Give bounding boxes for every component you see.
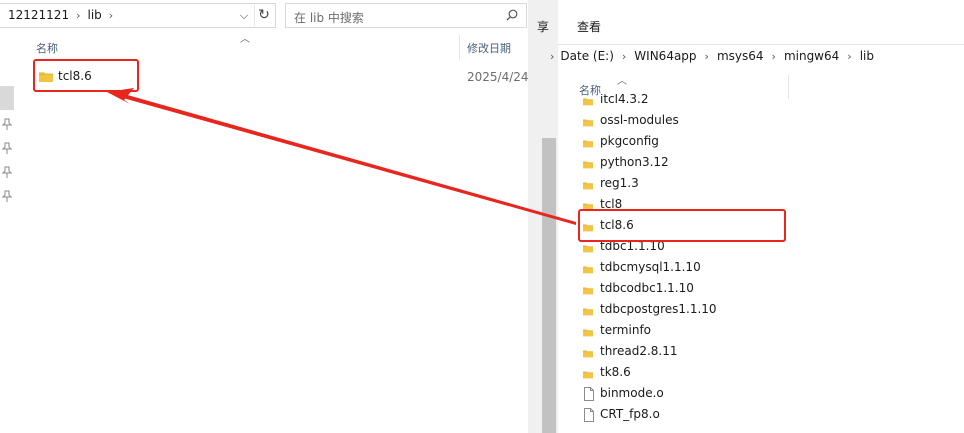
breadcrumb[interactable]: › Date (E:) › WIN64app › msys64 › mingw64 › lib — [550, 49, 874, 63]
file-name: tk8.6 — [600, 365, 631, 379]
file-icon — [584, 408, 594, 422]
pin-icon[interactable] — [2, 142, 12, 154]
list-item[interactable]: terminfo — [540, 321, 964, 342]
folder-icon — [583, 329, 593, 337]
sort-ascending-icon: ︿ — [617, 76, 627, 87]
file-name: tdbcpostgres1.1.10 — [600, 302, 717, 316]
breadcrumb-segment[interactable]: WIN64app — [634, 49, 696, 63]
list-item[interactable]: tk8.6 — [540, 363, 964, 384]
folder-icon — [583, 287, 593, 295]
chevron-right-icon[interactable]: › — [697, 50, 717, 63]
chevron-right-icon[interactable]: › — [69, 9, 87, 22]
breadcrumb: 12121121 › lib › — [8, 8, 120, 22]
file-name: tdbcmysql1.1.10 — [600, 260, 701, 274]
folder-icon — [583, 371, 593, 379]
file-name: CRT_fp8.o — [600, 407, 660, 421]
list-item[interactable]: itcl4.3.2 — [540, 94, 964, 111]
breadcrumb-segment[interactable]: lib — [87, 8, 101, 22]
breadcrumb-segment[interactable]: msys64 — [717, 49, 764, 63]
pin-icon[interactable] — [2, 118, 12, 130]
pin-icon[interactable] — [2, 190, 12, 202]
list-item[interactable]: thread2.8.11 — [540, 342, 964, 363]
list-item[interactable]: tdbcmysql1.1.10 — [540, 258, 964, 279]
folder-icon — [583, 140, 593, 148]
breadcrumb-segment[interactable]: 12121121 — [8, 8, 69, 22]
file-name: itcl4.3.2 — [600, 94, 649, 106]
breadcrumb-segment[interactable]: lib — [860, 49, 874, 63]
highlight-box-right — [578, 209, 786, 242]
list-item[interactable]: python3.12 — [540, 153, 964, 174]
file-list: itcl4.3.2 ossl-modules pkgconfig python3.12… — [540, 94, 964, 433]
column-divider[interactable] — [459, 35, 460, 60]
highlight-box-left — [33, 59, 139, 92]
nav-selected-item[interactable] — [0, 86, 14, 110]
vertical-scrollbar[interactable] — [528, 0, 540, 433]
folder-icon — [583, 266, 593, 274]
list-item[interactable]: binmode.o — [540, 384, 964, 405]
folder-icon — [583, 308, 593, 316]
file-name: thread2.8.11 — [600, 344, 678, 358]
search-icon — [506, 9, 518, 21]
tab-share[interactable]: 享 — [537, 18, 549, 35]
file-icon — [584, 387, 594, 401]
refresh-icon[interactable]: ↻ — [254, 5, 273, 26]
chevron-down-icon[interactable]: ⌵ — [235, 6, 253, 25]
chevron-right-icon[interactable]: › — [102, 9, 120, 22]
pin-icon[interactable] — [2, 166, 12, 178]
list-item[interactable]: ossl-modules — [540, 111, 964, 132]
column-header-name[interactable]: 名称 — [36, 40, 58, 56]
tab-view[interactable]: 查看 — [577, 18, 601, 35]
list-item[interactable]: reg1.3 — [540, 174, 964, 195]
breadcrumb-segment[interactable]: Date (E:) — [560, 49, 613, 63]
divider — [558, 44, 964, 45]
list-item[interactable]: pkgconfig — [540, 132, 964, 153]
search-placeholder: 在 lib 中搜索 — [294, 11, 364, 25]
file-name: tdbcodbc1.1.10 — [600, 281, 694, 295]
navigation-pane[interactable] — [0, 36, 14, 433]
folder-icon — [583, 245, 593, 253]
folder-icon — [583, 98, 593, 106]
folder-icon — [583, 350, 593, 358]
column-header-modified[interactable]: 修改日期 — [467, 40, 511, 56]
folder-icon — [583, 161, 593, 169]
chevron-right-icon[interactable]: › — [839, 50, 859, 63]
list-item[interactable]: CRT_fp8.o — [540, 405, 964, 426]
list-item[interactable]: tdbcpostgres1.1.10 — [540, 300, 964, 321]
chevron-right-icon[interactable]: › — [550, 50, 560, 63]
breadcrumb-segment[interactable]: mingw64 — [784, 49, 839, 63]
folder-icon — [583, 182, 593, 190]
sort-ascending-icon: ︿ — [240, 34, 250, 45]
chevron-right-icon[interactable]: › — [614, 50, 634, 63]
file-name: binmode.o — [600, 386, 664, 400]
search-input[interactable]: 在 lib 中搜索 — [285, 3, 527, 28]
file-name: pkgconfig — [600, 134, 659, 148]
chevron-right-icon[interactable]: › — [764, 50, 784, 63]
file-name: ossl-modules — [600, 113, 679, 127]
file-name: python3.12 — [600, 155, 669, 169]
list-item[interactable]: tdbcodbc1.1.10 — [540, 279, 964, 300]
address-bar[interactable]: 12121121 › lib › ⌵ ↻ — [0, 3, 276, 28]
folder-icon — [583, 119, 593, 127]
file-name: reg1.3 — [600, 176, 639, 190]
file-name: terminfo — [600, 323, 652, 337]
